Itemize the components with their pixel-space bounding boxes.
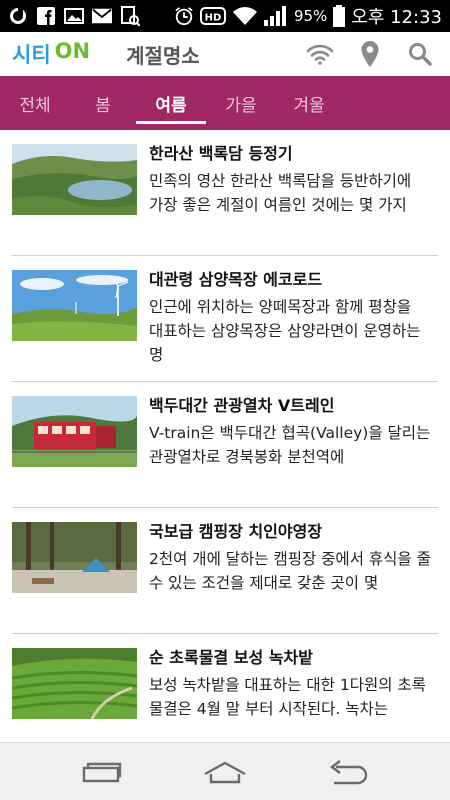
page-title: 계절명소 (126, 43, 200, 68)
status-bar: HD 95% 오후 12:33 (0, 0, 450, 32)
item-title: 대관령 삼양목장 에코로드 (149, 270, 323, 289)
logo-text-city: 시티 (12, 43, 51, 67)
svg-text:HD: HD (205, 13, 222, 24)
recent-apps-icon[interactable] (72, 752, 132, 792)
alarm-icon (174, 6, 194, 26)
place-list: 한라산 백록담 등정기 민족의 영산 한라산 백록담을 등반하기에 가장 좋은 … (0, 130, 450, 742)
home-icon[interactable] (195, 752, 255, 792)
item-description: 민족의 영산 한라산 백록담을 등반하기에 가장 좋은 계절이 여름인 것에는 … (149, 172, 412, 214)
app-header: 시티 ON 계절명소 (0, 32, 450, 76)
wifi-icon[interactable] (306, 40, 334, 68)
tab-winter[interactable]: 겨울 (276, 76, 342, 130)
thumbnail-image (12, 396, 137, 467)
list-item[interactable]: 순 초록물결 보성 녹차밭 보성 녹차밭을 대표하는 대한 1다원의 초록 물결… (12, 634, 438, 742)
thumbnail-image (12, 648, 137, 719)
item-description: 2천여 개에 달하는 캠핑장 중에서 휴식을 줄 수 있는 조건을 제대로 갖춘… (149, 550, 431, 592)
mail-icon (92, 6, 112, 26)
item-title: 백두대간 관광열차 V트레인 (149, 396, 335, 415)
location-pin-icon[interactable] (356, 40, 384, 68)
season-tabs: 전체 봄 여름 가을 겨울 (0, 76, 450, 130)
item-title: 국보급 캠핑장 치인야영장 (149, 522, 323, 541)
list-item[interactable]: 백두대간 관광열차 V트레인 V-train은 백두대간 협곡(Valley)을… (12, 382, 438, 508)
thumbnail-image (12, 270, 137, 341)
tab-spring[interactable]: 봄 (70, 76, 136, 130)
facebook-icon (36, 6, 56, 26)
clock: 오후 12:33 (351, 7, 442, 28)
system-navigation-bar (0, 742, 450, 800)
signal-icon (263, 6, 288, 26)
item-description: 인근에 위치하는 양떼목장과 함께 평창을 대표하는 삼양목장은 삼양라면이 운… (149, 298, 421, 364)
list-item[interactable]: 대관령 삼양목장 에코로드 인근에 위치하는 양떼목장과 함께 평창을 대표하는… (12, 256, 438, 382)
battery-percentage: 95% (293, 7, 328, 25)
battery-icon (333, 5, 346, 27)
search-icon[interactable] (406, 40, 434, 68)
list-item[interactable]: 한라산 백록담 등정기 민족의 영산 한라산 백록담을 등반하기에 가장 좋은 … (12, 130, 438, 256)
item-title: 순 초록물결 보성 녹차밭 (149, 648, 313, 667)
tab-summer[interactable]: 여름 (136, 76, 206, 130)
tab-autumn[interactable]: 가을 (206, 76, 276, 130)
image-icon (64, 6, 84, 26)
item-description: V-train은 백두대간 협곡(Valley)을 달리는 관광열차로 경북봉화… (149, 424, 431, 466)
back-icon[interactable] (318, 752, 378, 792)
screenshot-icon (120, 6, 140, 26)
app-logo[interactable]: 시티 ON (12, 39, 90, 69)
list-item[interactable]: 국보급 캠핑장 치인야영장 2천여 개에 달하는 캠핑장 중에서 휴식을 줄 수… (12, 508, 438, 634)
logo-text-on: ON (54, 39, 91, 63)
hd-icon: HD (199, 6, 226, 26)
thumbnail-image (12, 522, 137, 593)
circle-notification-icon (8, 6, 28, 26)
tab-all[interactable]: 전체 (0, 76, 70, 130)
item-title: 한라산 백록담 등정기 (149, 144, 293, 163)
thumbnail-image (12, 144, 137, 215)
wifi-icon (232, 6, 258, 26)
item-description: 보성 녹차밭을 대표하는 대한 1다원의 초록 물결은 4월 말 부터 시작된다… (149, 676, 426, 718)
